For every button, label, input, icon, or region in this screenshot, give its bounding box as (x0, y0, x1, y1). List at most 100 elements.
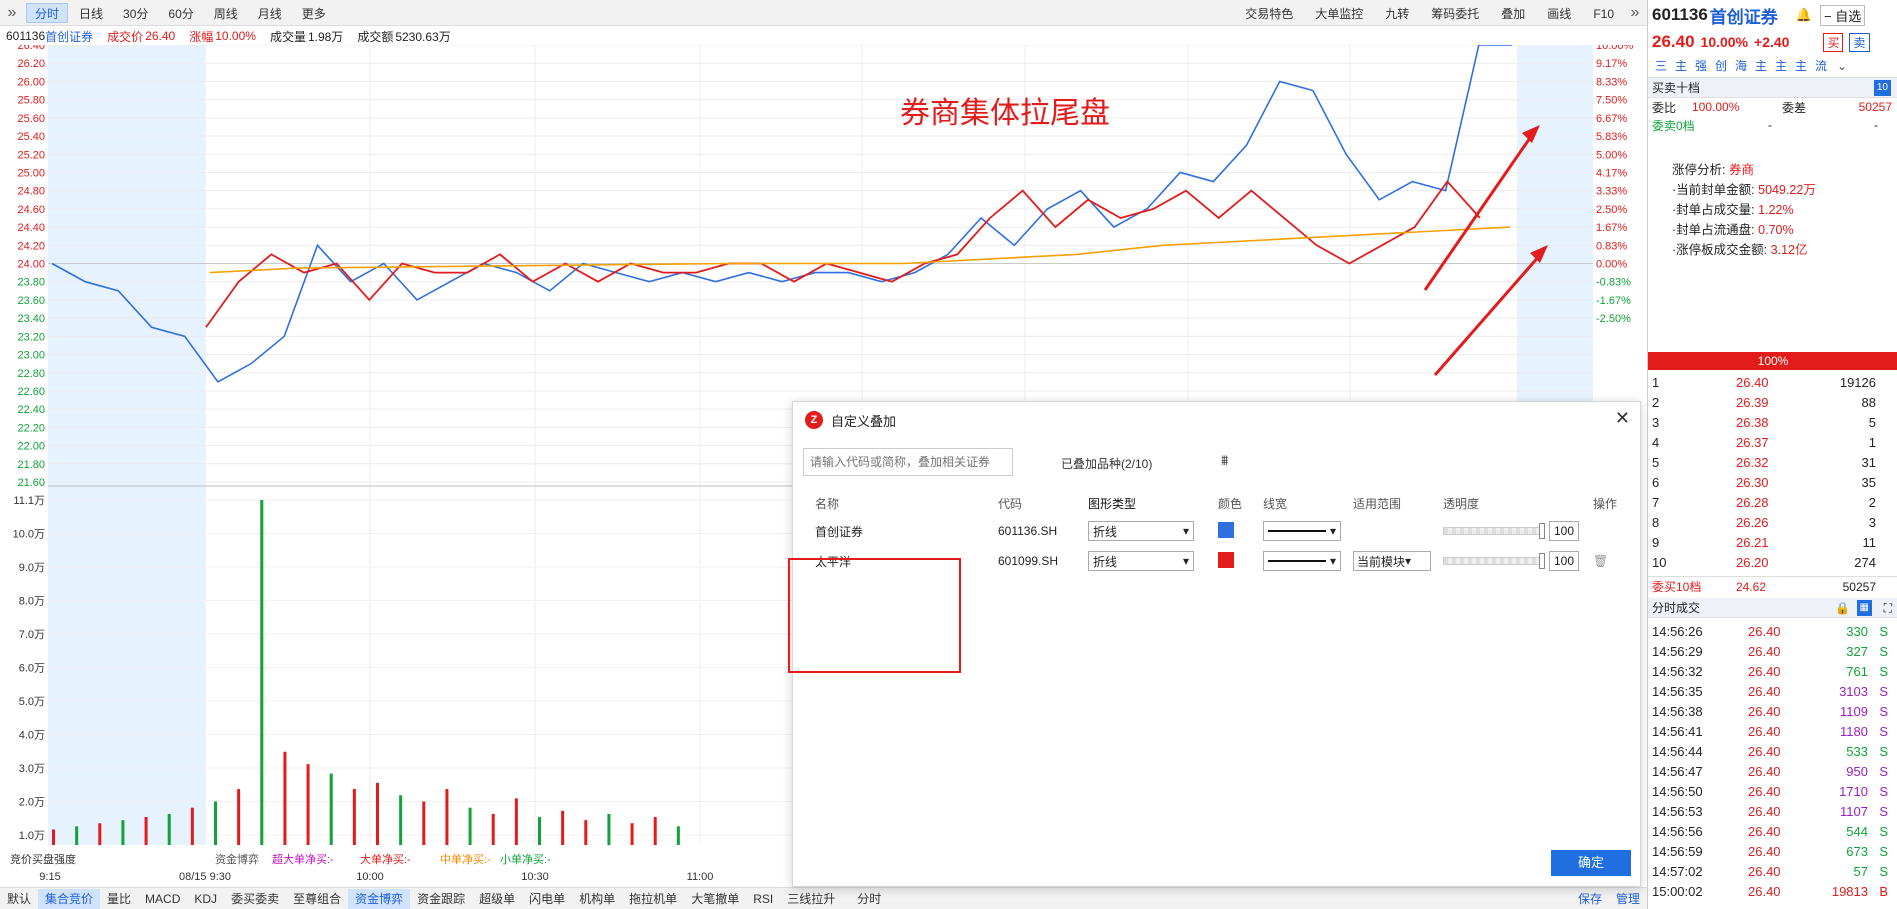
tab-nine-turn[interactable]: 九转 (1376, 3, 1418, 23)
tab-combo[interactable]: 至尊组合 (286, 889, 348, 909)
tab-cancel-order[interactable]: 大笔撤单 (684, 889, 746, 909)
bid-level-row[interactable]: 4 26.37 1 (1648, 432, 1897, 452)
quick-tool-9[interactable]: 流 (1811, 57, 1831, 75)
bid-level-row[interactable]: 10 26.20 274 (1648, 552, 1897, 572)
chevron-down-icon[interactable]: ⌄ (1837, 59, 1847, 73)
collapse-icon[interactable]: » (0, 4, 24, 22)
bid-level-row[interactable]: 3 26.38 5 (1648, 412, 1897, 432)
fullscreen-icon[interactable]: ⛶ (1884, 598, 1892, 618)
tab-auction[interactable]: 集合竞价 (38, 888, 101, 909)
tab-kdj[interactable]: KDJ (187, 889, 224, 909)
tab-trade-feature[interactable]: 交易特色 (1236, 3, 1302, 23)
save-button[interactable]: 保存 (1571, 889, 1609, 909)
quick-tool-3[interactable]: 强 (1691, 57, 1711, 75)
trade-s: S (1879, 683, 1888, 699)
tab-bid-ask[interactable]: 委买委卖 (224, 889, 286, 909)
lock-icon[interactable]: 🔒 (1835, 598, 1850, 618)
trade-t: 14:56:53 (1652, 803, 1703, 819)
grid-icon[interactable]: ▦ (1856, 600, 1872, 616)
bid-level-row[interactable]: 2 26.39 88 (1648, 392, 1897, 412)
overlay-search-input[interactable] (803, 448, 1013, 476)
tab-intraday-bottom[interactable]: 分时 (850, 889, 888, 909)
tab-capital-game[interactable]: 资金博弈 (348, 888, 411, 909)
buy-button[interactable]: 买 (1823, 32, 1844, 52)
bid-level-row[interactable]: 8 26.26 3 (1648, 512, 1897, 532)
trade-p: 26.40 (1748, 783, 1781, 799)
tab-capital-track[interactable]: 资金跟踪 (410, 889, 472, 909)
quick-tool-4[interactable]: 创 (1711, 57, 1731, 75)
x-tick-label: 10:30 (521, 871, 549, 883)
opacity-value[interactable]: 100 (1549, 551, 1579, 571)
vol-tick-label: 11.1万 (13, 495, 45, 507)
ten-levels-toggle-icon[interactable]: 10 (1873, 80, 1891, 96)
opacity-slider[interactable]: 100 (1443, 521, 1579, 541)
quick-tool-7[interactable]: 主 (1771, 57, 1791, 75)
tab-monthly[interactable]: 月线 (249, 3, 291, 23)
panel-chg: +2.40 (1754, 34, 1790, 50)
sell-button[interactable]: 卖 (1849, 32, 1870, 52)
tab-30min[interactable]: 30分 (114, 3, 157, 23)
bid-level-row[interactable]: 5 26.32 31 (1648, 452, 1897, 472)
bid-level-row[interactable]: 7 26.28 2 (1648, 492, 1897, 512)
col-scope: 适用范围 (1353, 496, 1402, 511)
tab-volume-ratio[interactable]: 量比 (100, 889, 138, 909)
chart-type-value: 折线 (1093, 554, 1118, 569)
col-action: 操作 (1593, 496, 1618, 511)
pct-tick-label: 10.00% (1596, 45, 1634, 52)
quick-tool-1[interactable]: 三 (1651, 57, 1671, 75)
chart-type-select[interactable]: 折线 ▾ (1088, 521, 1194, 541)
tab-inst-order[interactable]: 机构单 (572, 889, 622, 909)
tab-60min[interactable]: 60分 (159, 3, 202, 23)
tab-rsi[interactable]: RSI (746, 889, 780, 909)
quick-tool-5[interactable]: 海 (1731, 57, 1751, 75)
bid-level-row[interactable]: 1 26.40 19126 (1648, 372, 1897, 392)
line-width-select[interactable]: ▾ (1263, 521, 1341, 541)
bell-icon[interactable]: 🔔 (1796, 7, 1812, 23)
tab-three-line[interactable]: 三线拉升 (780, 889, 842, 909)
quote-panel: 601136 首创证券 🔔 − 自选 26.40 10.00% +2.40 买 … (1647, 0, 1897, 909)
tab-overlay[interactable]: 叠加 (1492, 3, 1534, 23)
trash-icon[interactable]: 🗑 (1593, 554, 1633, 568)
vol-tick-label: 4.0万 (19, 730, 45, 742)
scope-select[interactable]: 当前模块 ▾ (1353, 551, 1431, 571)
confirm-button[interactable]: 确定 (1551, 850, 1631, 876)
x-tick-label: 08/15 9:30 (179, 871, 231, 883)
tab-weekly[interactable]: 周线 (205, 3, 247, 23)
opacity-slider[interactable]: 100 (1443, 551, 1579, 571)
tab-super-order[interactable]: 超级单 (472, 889, 522, 909)
quick-tool-2[interactable]: 主 (1671, 57, 1691, 75)
tab-flash-order[interactable]: 闪电单 (522, 889, 572, 909)
period-toolbar: » 分时 日线 30分 60分 周线 月线 更多 交易特色 大单监控 九转 筹码… (0, 0, 1647, 26)
tab-draw-line[interactable]: 画线 (1538, 3, 1580, 23)
tab-tractor-order[interactable]: 拖拉机单 (622, 889, 684, 909)
expand-icon[interactable]: » (1623, 4, 1647, 22)
tab-block-monitor[interactable]: 大单监控 (1306, 3, 1372, 23)
color-swatch[interactable] (1218, 551, 1234, 568)
close-icon[interactable]: ✕ (1615, 408, 1630, 429)
y-tick-label: 22.80 (17, 368, 45, 380)
tab-default[interactable]: 默认 (0, 889, 38, 909)
tab-f10[interactable]: F10 (1584, 3, 1623, 23)
tab-intraday[interactable]: 分时 (26, 2, 69, 23)
quick-tool-6[interactable]: 主 (1751, 57, 1771, 75)
quick-tool-8[interactable]: 主 (1791, 57, 1811, 75)
y-tick-label: 23.00 (17, 350, 45, 362)
tab-more[interactable]: 更多 (293, 3, 335, 23)
bid-level-row[interactable]: 9 26.21 11 (1648, 532, 1897, 552)
clear-icon[interactable]: ⩩ (1221, 452, 1228, 469)
vol-tick-label: 5.0万 (19, 696, 45, 708)
line-width-select[interactable]: ▾ (1263, 551, 1341, 571)
opacity-value[interactable]: 100 (1549, 521, 1579, 541)
dash: - (1874, 118, 1878, 132)
tab-macd[interactable]: MACD (138, 889, 187, 909)
color-swatch[interactable] (1218, 521, 1234, 538)
y-tick-label: 24.40 (17, 222, 45, 234)
chart-type-select[interactable]: 折线 ▾ (1088, 551, 1194, 571)
bid-level-row[interactable]: 6 26.30 35 (1648, 472, 1897, 492)
trade-v: 673 (1846, 843, 1868, 859)
watchlist-button[interactable]: − 自选 (1819, 4, 1866, 26)
y-tick-label: 26.20 (17, 58, 45, 70)
tab-daily[interactable]: 日线 (70, 3, 112, 23)
manage-button[interactable]: 管理 (1609, 889, 1647, 909)
tab-chip-order[interactable]: 筹码委托 (1422, 3, 1488, 23)
